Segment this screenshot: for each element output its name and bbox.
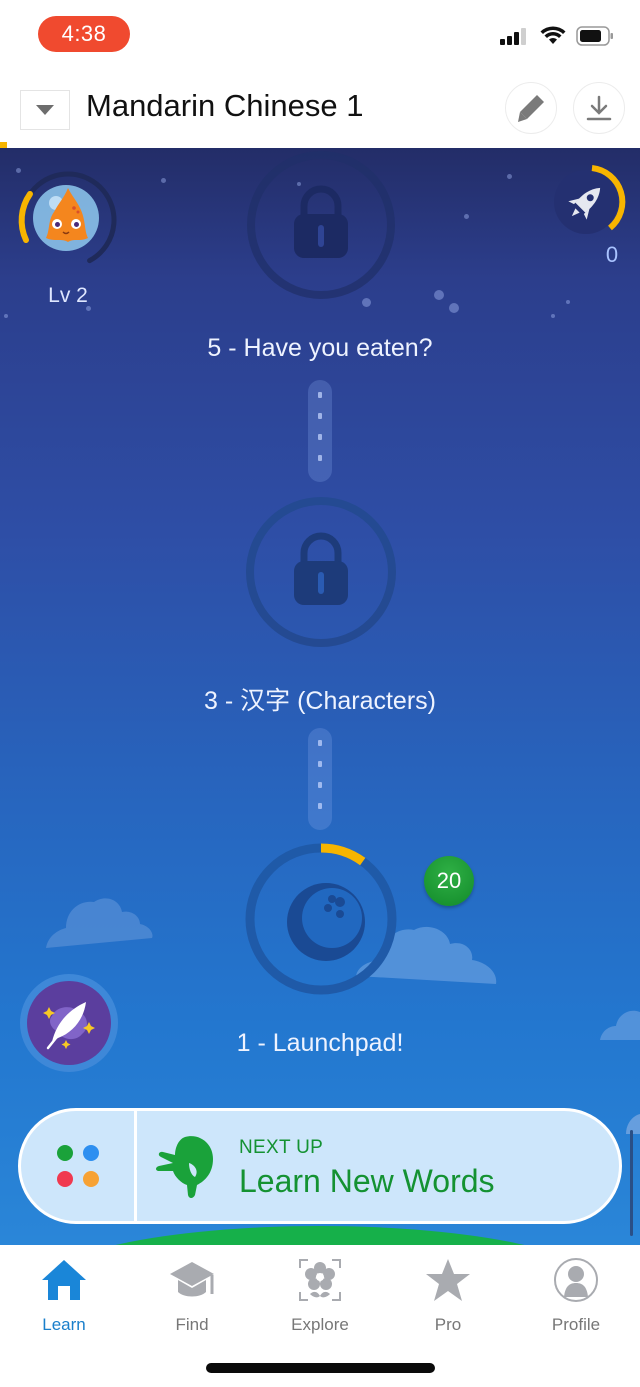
mems-button[interactable] bbox=[20, 974, 118, 1072]
home-indicator[interactable] bbox=[206, 1363, 435, 1373]
level-node-1[interactable] bbox=[244, 842, 398, 996]
star bbox=[507, 174, 512, 179]
level-label-3[interactable]: 3 - 汉字 (Characters) bbox=[0, 681, 640, 717]
mode-dot bbox=[56, 1171, 73, 1187]
star bbox=[551, 314, 555, 318]
words-to-learn-badge: 20 bbox=[424, 856, 474, 906]
flower-scan-icon bbox=[299, 1259, 341, 1301]
cellular-signal-icon bbox=[500, 28, 526, 45]
tab-label: Profile bbox=[551, 1315, 601, 1334]
lock-icon bbox=[294, 185, 348, 258]
status-time: 4:38 bbox=[38, 16, 130, 52]
tab-label: Find bbox=[175, 1315, 209, 1334]
next-up-main[interactable]: NEXT UP Learn New Words bbox=[137, 1111, 619, 1221]
planet-icon bbox=[287, 883, 365, 961]
status-icons bbox=[500, 26, 614, 46]
next-up-title: Learn New Words bbox=[239, 1163, 495, 1199]
player-level-label: Lv 2 bbox=[48, 284, 88, 307]
level-label-5[interactable]: 5 - Have you eaten? bbox=[0, 334, 640, 363]
next-up-button[interactable]: NEXT UP Learn New Words bbox=[18, 1108, 622, 1224]
path-connector bbox=[308, 728, 332, 830]
player-level-badge[interactable] bbox=[16, 168, 120, 272]
course-header: Mandarin Chinese 1 bbox=[0, 72, 640, 146]
star-icon bbox=[426, 1259, 470, 1301]
level-node-3[interactable] bbox=[244, 495, 398, 649]
mode-dot bbox=[82, 1145, 99, 1161]
next-up-kicker: NEXT UP bbox=[239, 1137, 324, 1158]
boost-count: 0 bbox=[605, 242, 619, 267]
mode-dot bbox=[82, 1171, 99, 1187]
cloud bbox=[46, 898, 153, 948]
star bbox=[161, 178, 166, 183]
edit-course-button[interactable] bbox=[505, 82, 557, 134]
app-screen: 4:38 Mandarin Chinese 1 Lv 2 0 5 - Have … bbox=[0, 0, 640, 1387]
tab-pro[interactable]: Pro bbox=[384, 1255, 512, 1335]
tab-label: Pro bbox=[434, 1315, 462, 1334]
home-icon bbox=[42, 1260, 86, 1300]
path-connector bbox=[308, 380, 332, 482]
tab-explore[interactable]: Explore bbox=[256, 1255, 384, 1335]
person-icon bbox=[554, 1258, 598, 1302]
caret-down-icon bbox=[36, 105, 54, 115]
star bbox=[464, 214, 469, 219]
cloud bbox=[626, 1114, 640, 1134]
pencil-icon bbox=[518, 95, 544, 122]
learning-modes-button[interactable] bbox=[21, 1111, 137, 1221]
course-dropdown-button[interactable] bbox=[20, 90, 70, 130]
graduation-cap-icon bbox=[170, 1262, 214, 1297]
status-bar: 4:38 bbox=[0, 0, 640, 72]
course-title: Mandarin Chinese 1 bbox=[86, 88, 364, 123]
modes-dots-icon bbox=[56, 1145, 99, 1187]
star bbox=[566, 300, 570, 304]
star bbox=[434, 290, 444, 300]
battery-icon bbox=[576, 26, 613, 46]
tab-learn[interactable]: Learn bbox=[0, 1255, 128, 1335]
tab-profile[interactable]: Profile bbox=[512, 1255, 640, 1335]
mode-dot bbox=[56, 1145, 73, 1161]
planting-hand-icon bbox=[156, 1136, 213, 1198]
ground-hill bbox=[40, 1226, 600, 1245]
avatar bbox=[33, 185, 99, 251]
download-icon bbox=[586, 95, 612, 121]
tab-label: Explore bbox=[291, 1315, 349, 1334]
scrollbar[interactable] bbox=[630, 1130, 633, 1236]
lock-icon bbox=[294, 532, 348, 605]
level-node-5[interactable] bbox=[244, 148, 398, 302]
star bbox=[4, 314, 8, 318]
boost-button[interactable] bbox=[546, 160, 630, 244]
tab-find[interactable]: Find bbox=[128, 1255, 256, 1335]
download-course-button[interactable] bbox=[573, 82, 625, 134]
wifi-icon bbox=[540, 26, 566, 44]
level-ring-progress bbox=[18, 191, 33, 243]
star bbox=[449, 303, 459, 313]
tab-label: Learn bbox=[42, 1315, 86, 1334]
level-map[interactable]: Lv 2 0 5 - Have you eaten? 3 - 汉字 (Chara… bbox=[0, 148, 640, 1245]
